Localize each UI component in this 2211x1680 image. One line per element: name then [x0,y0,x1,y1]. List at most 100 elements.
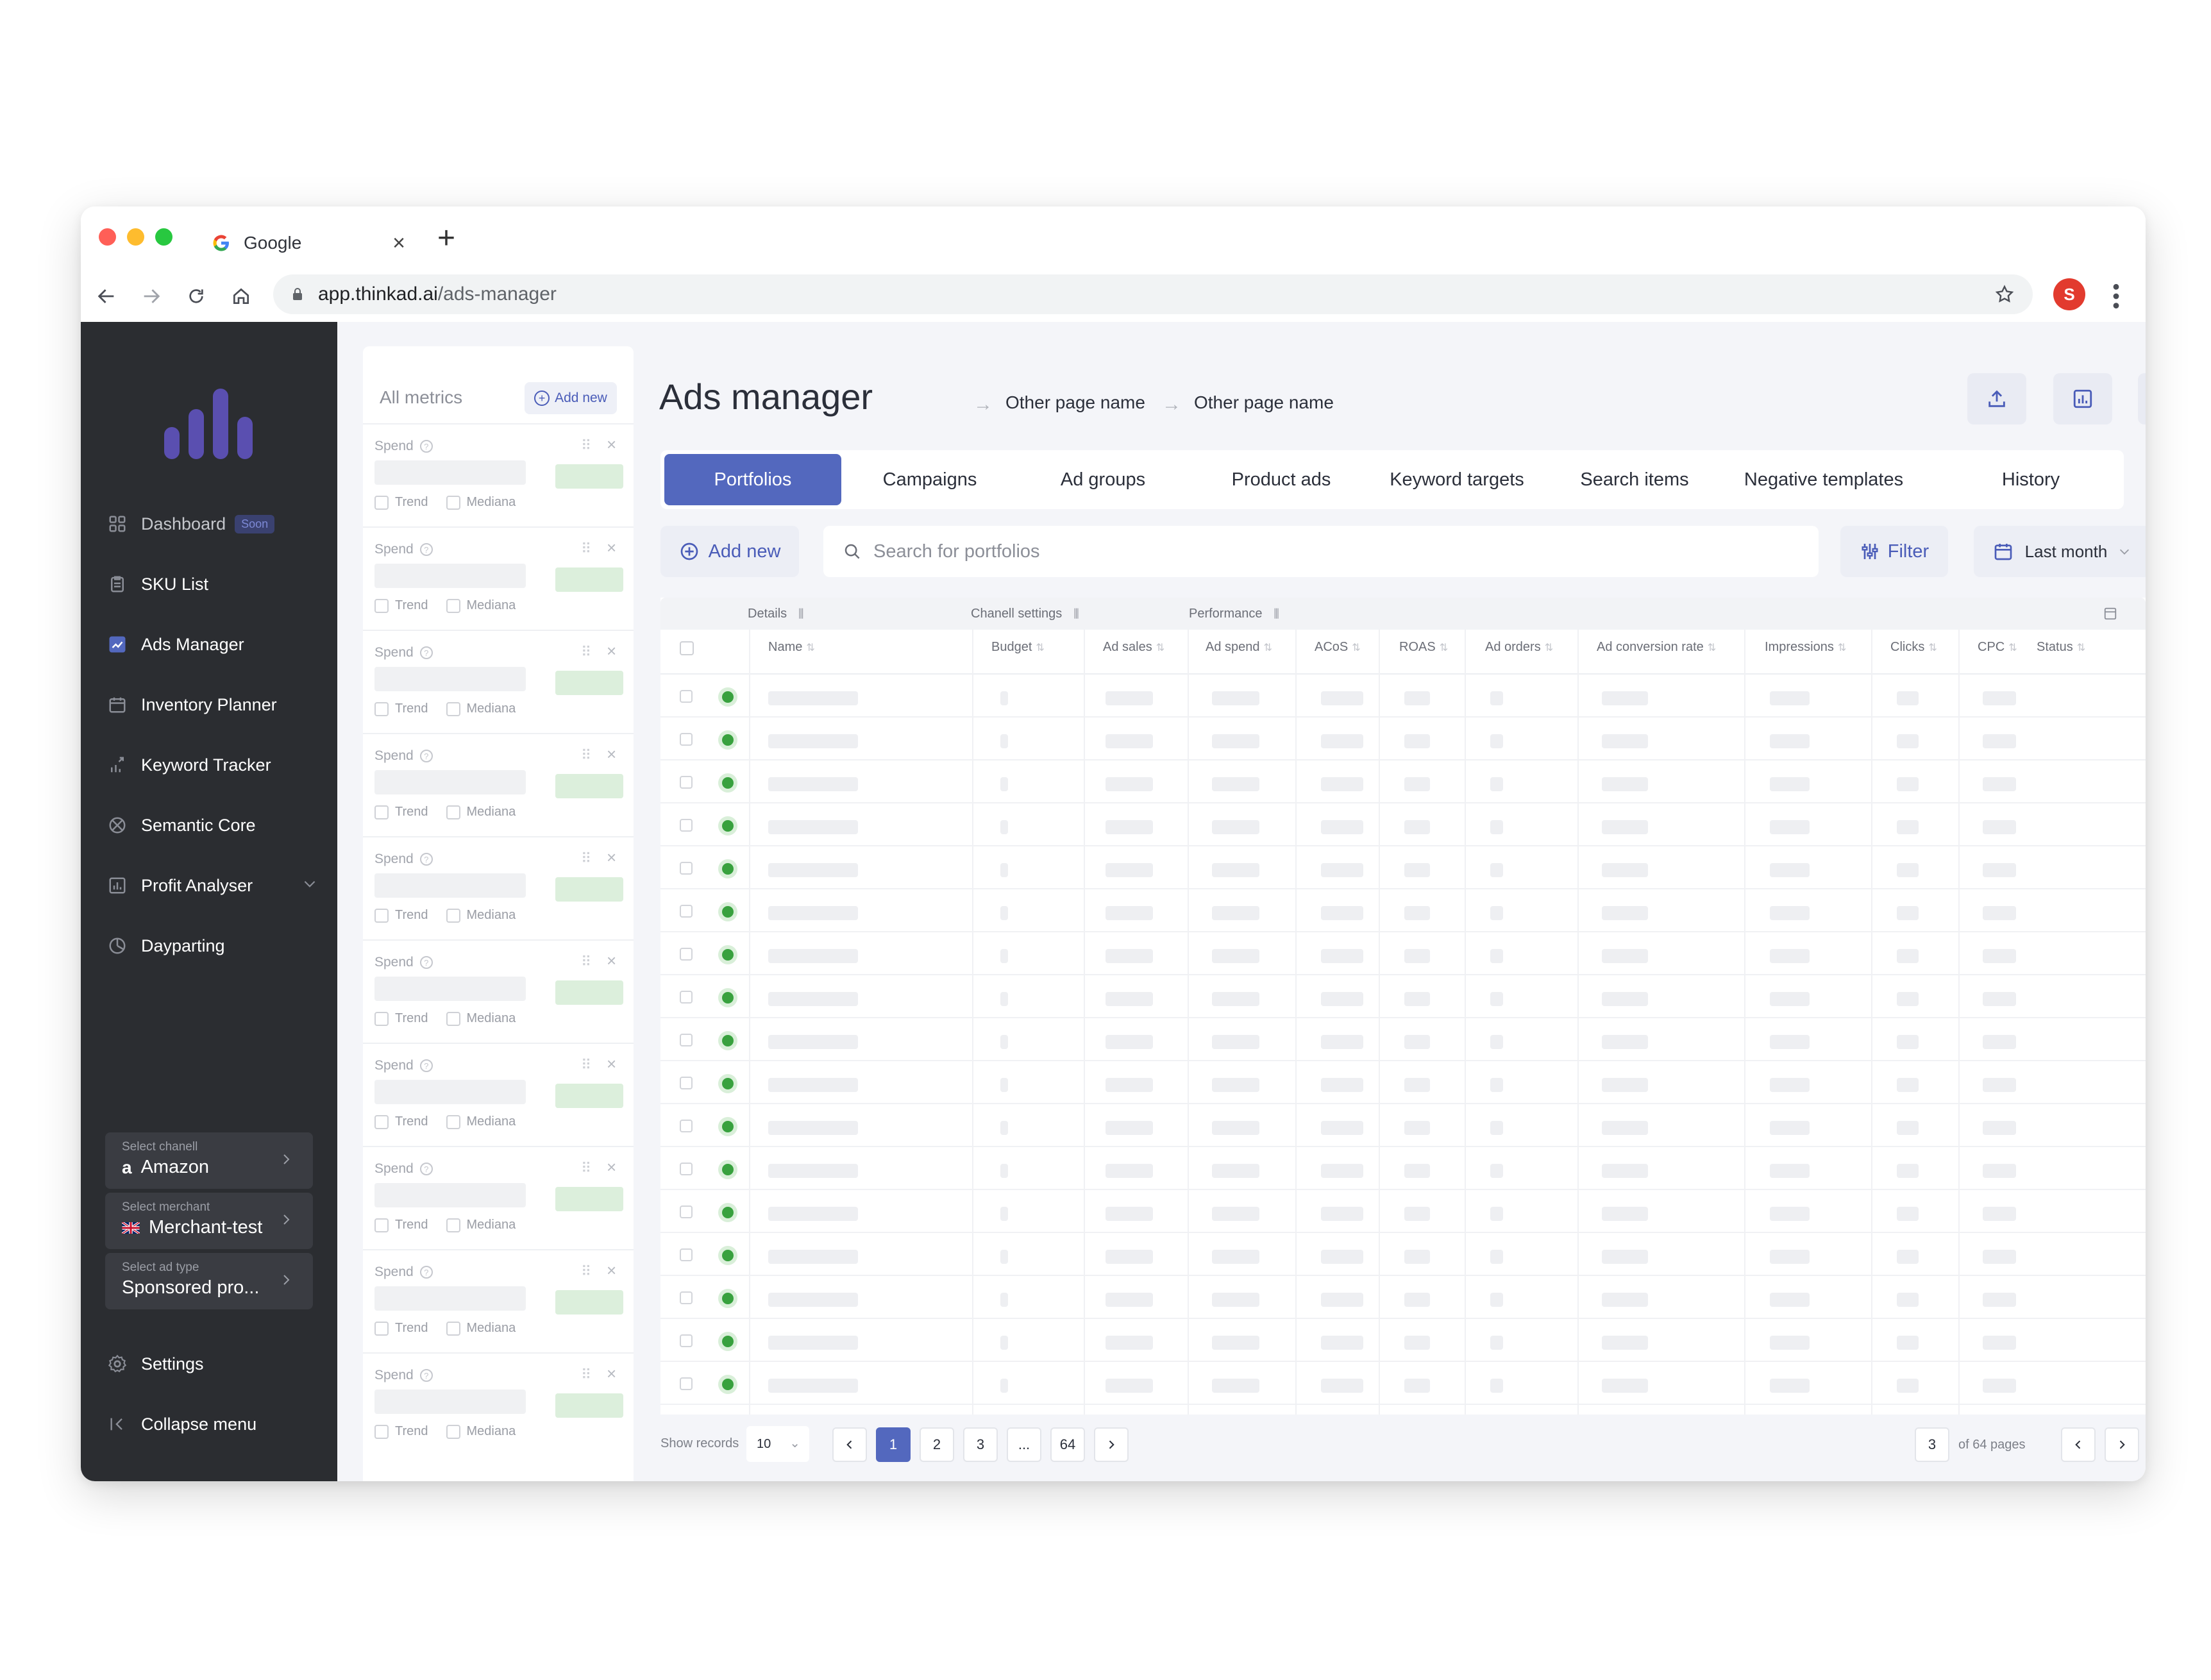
page-button[interactable]: 2 [920,1427,954,1462]
trend-checkbox[interactable] [374,1321,389,1336]
notifications-button[interactable] [2138,373,2146,424]
table-row[interactable] [660,889,2146,932]
page-button[interactable]: 64 [1050,1427,1085,1462]
sidebar-item-sku-list[interactable]: SKU List [106,567,324,601]
trend-checkbox[interactable] [374,598,389,613]
metric-card[interactable]: Spend? ⠿ × Trend Mediana [363,630,634,732]
tab-product-ads[interactable]: Product ads [1194,454,1368,505]
table-row[interactable] [660,932,2146,975]
browser-tab[interactable]: Google × [203,215,414,271]
column-header-cpc[interactable]: CPC ⇅ [1978,640,2017,655]
column-settings-icon[interactable]: ⫼ [1274,607,1279,621]
mediana-checkbox[interactable] [446,1114,460,1129]
records-per-page-select[interactable]: 10 ⌄ [746,1426,809,1462]
table-row[interactable] [660,975,2146,1018]
status-dot[interactable] [718,1160,737,1179]
column-header-name[interactable]: Name ⇅ [768,640,815,655]
row-checkbox[interactable] [680,991,693,1004]
prev-page-button[interactable] [832,1427,867,1462]
close-icon[interactable]: × [607,1364,616,1384]
table-row[interactable] [660,760,2146,803]
row-checkbox[interactable] [680,862,693,875]
report-button[interactable] [2053,373,2112,424]
column-group-details[interactable]: Details ⫼ [748,607,803,621]
metric-card[interactable]: Spend? ⠿ × Trend Mediana [363,1146,634,1248]
close-icon[interactable]: × [607,641,616,661]
metric-card[interactable]: Spend? ⠿ × Trend Mediana [363,1249,634,1352]
tab-campaigns[interactable]: Campaigns [845,454,1014,505]
status-dot[interactable] [718,1246,737,1265]
tab-portfolios[interactable]: Portfolios [664,454,841,505]
date-range-select[interactable]: Last month [1974,526,2146,577]
column-settings-icon[interactable]: ⫼ [1073,607,1079,621]
chevron-down-icon[interactable] [301,875,318,896]
column-settings-icon[interactable]: ⫼ [798,607,803,621]
mediana-checkbox[interactable] [446,805,460,819]
address-bar[interactable]: app.thinkad.ai/ads-manager [273,274,2033,314]
page-button[interactable]: 3 [963,1427,998,1462]
drag-handle-icon[interactable]: ⠿ [581,747,591,764]
table-row[interactable] [660,1190,2146,1233]
collapse-menu-button[interactable]: Collapse menu [106,1407,324,1441]
status-dot[interactable] [718,859,737,878]
search-input[interactable]: Search for portfolios [823,526,1819,577]
tab-negative-templates[interactable]: Negative templates [1721,454,1926,505]
drag-handle-icon[interactable]: ⠿ [581,437,591,454]
close-icon[interactable]: × [607,744,616,764]
select-channel[interactable]: Select chanell a Amazon [105,1132,313,1189]
forward-icon[interactable] [139,283,164,309]
metric-card[interactable]: Spend? ⠿ × Trend Mediana [363,423,634,526]
status-dot[interactable] [718,1332,737,1351]
column-header-acos[interactable]: ACoS ⇅ [1315,640,1361,655]
drag-handle-icon[interactable]: ⠿ [581,644,591,660]
close-icon[interactable]: × [607,538,616,558]
drag-handle-icon[interactable]: ⠿ [581,1057,591,1073]
page-number-input[interactable]: 3 [1915,1427,1949,1462]
tab-close-icon[interactable]: × [392,232,405,254]
status-dot[interactable] [718,730,737,750]
row-checkbox[interactable] [680,1205,693,1218]
mediana-checkbox[interactable] [446,1011,460,1026]
trend-checkbox[interactable] [374,701,389,716]
close-window-button[interactable] [99,228,116,246]
prev-page-button[interactable] [2061,1427,2096,1462]
sidebar-item-dashboard[interactable]: Dashboard Soon [106,507,324,541]
metric-card[interactable]: Spend? ⠿ × Trend Mediana [363,733,634,836]
drag-handle-icon[interactable]: ⠿ [581,541,591,557]
table-row[interactable] [660,1319,2146,1362]
drag-handle-icon[interactable]: ⠿ [581,1160,591,1177]
minimize-window-button[interactable] [127,228,144,246]
trend-checkbox[interactable] [374,805,389,819]
table-row[interactable] [660,1104,2146,1147]
tab-history[interactable]: History [1951,454,2111,505]
sidebar-item-ads-manager[interactable]: Ads Manager [106,627,324,662]
row-checkbox[interactable] [680,1248,693,1261]
status-dot[interactable] [718,902,737,921]
mediana-checkbox[interactable] [446,495,460,510]
metric-card[interactable]: Spend? ⠿ × Trend Mediana [363,526,634,629]
close-icon[interactable]: × [607,435,616,455]
breadcrumb-item[interactable]: Other page name [1005,392,1145,413]
column-header-ad-orders[interactable]: Ad orders ⇅ [1485,640,1553,655]
table-row[interactable] [660,1061,2146,1104]
table-row[interactable] [660,1018,2146,1061]
row-checkbox[interactable] [680,1334,693,1347]
sidebar-item-profit-analyser[interactable]: Profit Analyser [106,868,324,903]
row-checkbox[interactable] [680,948,693,961]
row-checkbox[interactable] [680,1291,693,1304]
row-checkbox[interactable] [680,1377,693,1390]
table-row[interactable] [660,1147,2146,1190]
drag-handle-icon[interactable]: ⠿ [581,1263,591,1280]
new-tab-button[interactable]: + [437,223,455,254]
select-merchant[interactable]: Select merchant Merchant-test [105,1193,313,1249]
add-new-button[interactable]: Add new [660,526,799,577]
status-dot[interactable] [718,687,737,707]
trend-checkbox[interactable] [374,908,389,923]
status-dot[interactable] [718,1203,737,1222]
breadcrumb-item[interactable]: Other page name [1194,392,1334,413]
trend-checkbox[interactable] [374,1424,389,1439]
sidebar-item-semantic-core[interactable]: Semantic Core [106,808,324,843]
tab-ad-groups[interactable]: Ad groups [1020,454,1186,505]
filter-button[interactable]: Filter [1840,526,1948,577]
table-row[interactable] [660,675,2146,718]
